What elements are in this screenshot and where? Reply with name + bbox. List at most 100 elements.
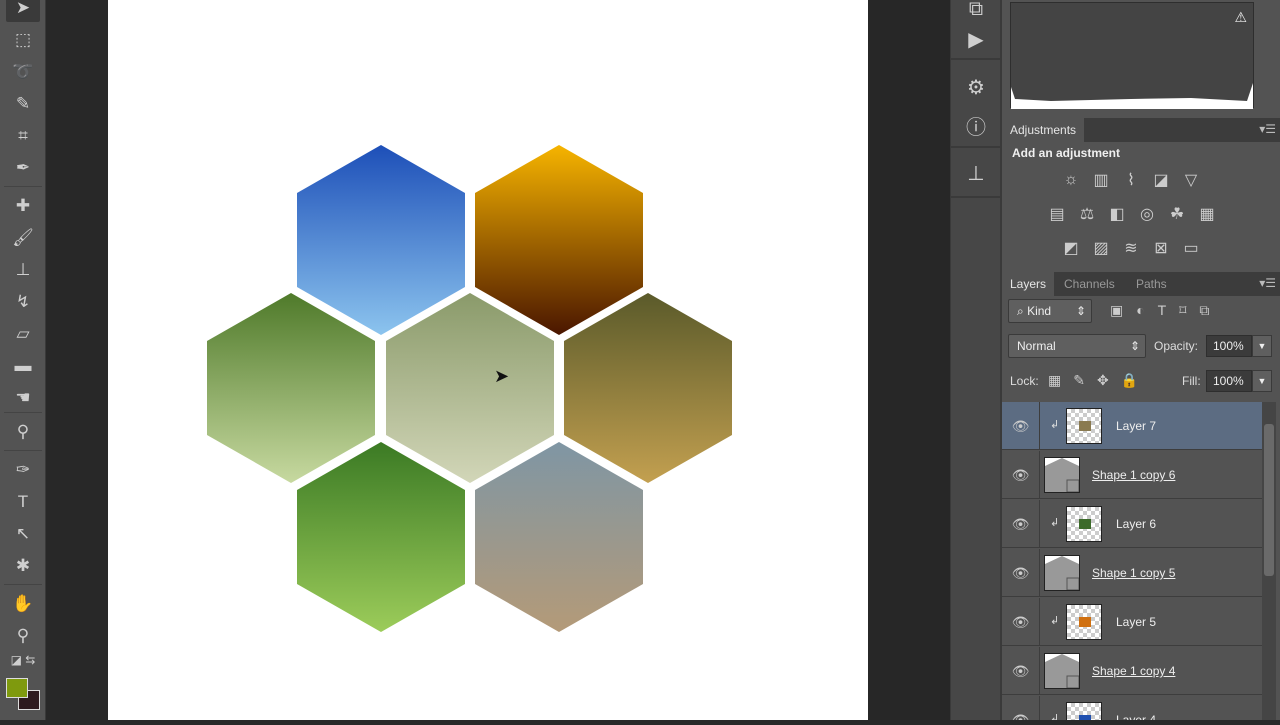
levels-icon[interactable]: ▥ bbox=[1090, 170, 1112, 190]
eraser-tool-icon[interactable]: ▱ bbox=[6, 320, 40, 348]
exposure-icon[interactable]: ◪ bbox=[1150, 170, 1172, 190]
visibility-eye-icon[interactable]: 👁 bbox=[1002, 451, 1040, 499]
layers-tabbar: Layers Channels Paths ▾☰ bbox=[1002, 272, 1280, 296]
fill-dropdown[interactable]: ▼ bbox=[1252, 370, 1272, 392]
scrollbar-thumb[interactable] bbox=[1264, 424, 1274, 576]
color-balance-icon[interactable]: ⚖ bbox=[1076, 204, 1098, 224]
shape-thumbnail bbox=[1044, 653, 1080, 689]
panel-menu-icon[interactable]: ▾☰ bbox=[1259, 122, 1276, 136]
layer-thumbnail bbox=[1066, 702, 1102, 720]
adjustments-tabbar: Adjustments ▾☰ bbox=[1002, 118, 1280, 142]
blend-mode-select[interactable]: Normal ⇕ bbox=[1008, 334, 1146, 358]
dodge-tool-icon[interactable]: ⚲ bbox=[6, 418, 40, 446]
layer-name[interactable]: Layer 5 bbox=[1116, 598, 1156, 646]
layer-row[interactable]: 👁 ↲ Layer 6 bbox=[1002, 500, 1262, 548]
channel-mixer-icon[interactable]: ☘ bbox=[1166, 204, 1188, 224]
zoom-tool-icon[interactable]: ⚲ bbox=[6, 622, 40, 650]
actions-play-icon[interactable]: ▶ bbox=[953, 22, 999, 56]
hexagon-photo-dirt-road[interactable] bbox=[475, 442, 643, 632]
photo-filter-icon[interactable]: ◎ bbox=[1136, 204, 1158, 224]
pen-tool-icon[interactable]: ✑ bbox=[6, 456, 40, 484]
marquee-tool-icon[interactable]: ⬚ bbox=[6, 26, 40, 54]
foreground-color-swatch[interactable] bbox=[6, 678, 28, 698]
histogram: ⚠ bbox=[1010, 2, 1254, 109]
quick-select-tool-icon[interactable]: ✎ bbox=[6, 90, 40, 118]
fill-field[interactable]: 100% bbox=[1206, 370, 1252, 392]
opacity-dropdown[interactable]: ▼ bbox=[1252, 335, 1272, 357]
layer-thumbnail bbox=[1066, 506, 1102, 542]
brush-tool-icon[interactable]: 🖌 bbox=[6, 224, 40, 252]
visibility-eye-icon[interactable]: 👁 bbox=[1002, 549, 1040, 597]
tab-channels[interactable]: Channels bbox=[1056, 272, 1123, 296]
visibility-eye-icon[interactable]: 👁 bbox=[1002, 647, 1040, 695]
path-select-tool-icon[interactable]: ↖ bbox=[6, 520, 40, 548]
selective-color-icon[interactable]: ▭ bbox=[1180, 238, 1202, 258]
workspace-background bbox=[868, 0, 950, 720]
custom-shape-tool-icon[interactable]: ✱ bbox=[6, 552, 40, 580]
hexagon-photo-forest-path[interactable] bbox=[297, 442, 465, 632]
layer-name[interactable]: Shape 1 copy 4 bbox=[1092, 647, 1175, 695]
layer-name[interactable]: Shape 1 copy 5 bbox=[1092, 549, 1175, 597]
layer-row[interactable]: 👁 ↲ Layer 7 bbox=[1002, 402, 1262, 450]
clipping-mask-icon: ↲ bbox=[1050, 419, 1060, 431]
hexagon-photo-palm-beach[interactable] bbox=[297, 145, 465, 335]
document-canvas[interactable]: ➤ bbox=[108, 0, 868, 720]
clipping-mask-icon: ↲ bbox=[1050, 615, 1060, 627]
hue-saturation-icon[interactable]: ▤ bbox=[1046, 204, 1068, 224]
properties-icon[interactable]: ⚙ bbox=[953, 70, 999, 104]
black-white-icon[interactable]: ◧ bbox=[1106, 204, 1128, 224]
layer-row[interactable]: 👁 Shape 1 copy 6 bbox=[1002, 451, 1262, 499]
layer-name[interactable]: Layer 7 bbox=[1116, 402, 1156, 450]
brightness-contrast-icon[interactable]: ☼ bbox=[1060, 170, 1082, 190]
gradient-tool-icon[interactable]: ▬ bbox=[6, 352, 40, 380]
healing-brush-tool-icon[interactable]: ✚ bbox=[6, 192, 40, 220]
visibility-eye-icon[interactable]: 👁 bbox=[1002, 598, 1040, 646]
layers-scrollbar[interactable] bbox=[1262, 402, 1276, 720]
layer-name[interactable]: Shape 1 copy 6 bbox=[1092, 451, 1175, 499]
hand-tool-icon[interactable]: ✋ bbox=[6, 590, 40, 618]
type-tool-icon[interactable]: T bbox=[6, 488, 40, 516]
visibility-eye-icon[interactable]: 👁 bbox=[1002, 500, 1040, 548]
layer-row[interactable]: 👁 Shape 1 copy 4 bbox=[1002, 647, 1262, 695]
smudge-tool-icon[interactable]: ☚ bbox=[6, 384, 40, 412]
hexagon-photo-forest-boat[interactable] bbox=[564, 293, 732, 483]
move-cursor-icon: ➤ bbox=[494, 366, 510, 386]
vibrance-icon[interactable]: ▽ bbox=[1180, 170, 1202, 190]
layers-menu-icon[interactable]: ▾☰ bbox=[1259, 276, 1276, 290]
gradient-map-icon[interactable]: ⊠ bbox=[1150, 238, 1172, 258]
hexagon-photo-river-boat[interactable] bbox=[207, 293, 375, 483]
histogram-graph bbox=[1011, 83, 1253, 109]
hexagon-photo-sunset[interactable] bbox=[475, 145, 643, 335]
tab-layers[interactable]: Layers bbox=[1002, 272, 1055, 296]
invert-icon[interactable]: ◩ bbox=[1060, 238, 1082, 258]
lock-icons[interactable]: ▦✎✥🔒 bbox=[1048, 372, 1150, 389]
layer-row[interactable]: 👁 Shape 1 copy 5 bbox=[1002, 549, 1262, 597]
hexagon-photo-fishing-boys[interactable] bbox=[386, 293, 554, 483]
curves-icon[interactable]: ⌇ bbox=[1120, 170, 1142, 190]
info-icon[interactable]: ⓘ bbox=[953, 108, 999, 142]
tab-adjustments[interactable]: Adjustments bbox=[1002, 118, 1085, 142]
filter-kind-select[interactable]: ⌕ Kind ⇕ bbox=[1008, 299, 1092, 323]
layer-name[interactable]: Layer 6 bbox=[1116, 500, 1156, 548]
warning-icon[interactable]: ⚠ bbox=[1234, 9, 1247, 26]
layer-row[interactable]: 👁 ↲ Layer 5 bbox=[1002, 598, 1262, 646]
lasso-tool-icon[interactable]: ➰ bbox=[6, 58, 40, 86]
visibility-eye-icon[interactable]: 👁 bbox=[1002, 696, 1040, 720]
visibility-eye-icon[interactable]: 👁 bbox=[1002, 402, 1040, 450]
eyedropper-tool-icon[interactable]: ✒ bbox=[6, 154, 40, 182]
shape-thumbnail bbox=[1044, 555, 1080, 591]
layer-name[interactable]: Layer 4 bbox=[1116, 696, 1156, 720]
threshold-icon[interactable]: ≋ bbox=[1120, 238, 1142, 258]
move-tool-icon[interactable]: ➤ bbox=[6, 0, 40, 22]
tab-paths[interactable]: Paths bbox=[1128, 272, 1175, 296]
history-brush-tool-icon[interactable]: ↯ bbox=[6, 288, 40, 316]
posterize-icon[interactable]: ▨ bbox=[1090, 238, 1112, 258]
crop-tool-icon[interactable]: ⌗ bbox=[6, 122, 40, 150]
color-lookup-icon[interactable]: ▦ bbox=[1196, 204, 1218, 224]
layer-row[interactable]: 👁 ↲ Layer 4 bbox=[1002, 696, 1262, 720]
swap-colors-icon[interactable]: ◪ ⇆ bbox=[6, 650, 40, 670]
opacity-field[interactable]: 100% bbox=[1206, 335, 1252, 357]
clone-source-icon[interactable]: ⊥ bbox=[953, 156, 999, 190]
clone-stamp-tool-icon[interactable]: ⊥ bbox=[6, 256, 40, 284]
filter-type-icons[interactable]: ▣◐T⌑⧉ bbox=[1110, 302, 1222, 319]
